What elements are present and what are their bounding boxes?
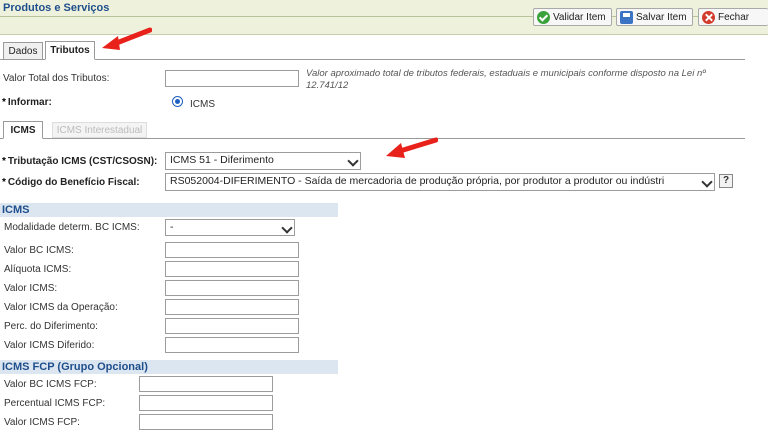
chevron-down-icon bbox=[281, 222, 293, 234]
validate-item-button[interactable]: Validar Item bbox=[533, 8, 612, 26]
field-label: Valor ICMS: bbox=[4, 283, 58, 294]
chevron-down-icon bbox=[347, 155, 359, 167]
tab-icms[interactable]: ICMS bbox=[3, 121, 43, 139]
field-label: Valor ICMS FCP: bbox=[4, 417, 80, 428]
chevron-down-icon bbox=[701, 176, 713, 188]
valor-bc-icms-fcp-input[interactable] bbox=[139, 376, 273, 392]
tabs-divider bbox=[0, 59, 745, 60]
beneficio-label-text: Código do Benefício Fiscal: bbox=[7, 177, 140, 188]
beneficio-label: * Código do Benefício Fiscal: bbox=[2, 177, 140, 188]
aliquota-icms-input[interactable] bbox=[165, 261, 299, 277]
field-label: Percentual ICMS FCP: bbox=[4, 398, 106, 409]
valor-icms-input[interactable] bbox=[165, 280, 299, 296]
field-label: Valor BC ICMS FCP: bbox=[4, 379, 97, 390]
page-title: Produtos e Serviços bbox=[3, 2, 110, 14]
field-label: Valor ICMS da Operação: bbox=[4, 302, 118, 313]
modalidade-value: - bbox=[170, 221, 174, 233]
tributacao-label: * Tributação ICMS (CST/CSOSN): bbox=[2, 156, 158, 167]
tab-icms-interestadual[interactable]: ICMS Interestadual bbox=[52, 122, 147, 138]
informar-label: * Informar: bbox=[2, 97, 52, 108]
field-label: Valor BC ICMS: bbox=[4, 245, 74, 256]
tab-dados[interactable]: Dados bbox=[3, 42, 43, 60]
total-tributos-label: Valor Total dos Tributos: bbox=[3, 73, 110, 84]
valor-bc-icms-input[interactable] bbox=[165, 242, 299, 258]
field-label: Alíquota ICMS: bbox=[4, 264, 72, 275]
tab-tributos[interactable]: Tributos bbox=[45, 41, 95, 60]
total-tributos-input[interactable] bbox=[165, 70, 299, 87]
informar-label-text: Informar: bbox=[7, 97, 52, 108]
save-item-button[interactable]: Salvar Item bbox=[616, 8, 693, 26]
valor-icms-fcp-input[interactable] bbox=[139, 414, 273, 430]
valor-icms-diferido-input[interactable] bbox=[165, 337, 299, 353]
close-icon bbox=[702, 10, 715, 24]
icms-fcp-section-header: ICMS FCP (Grupo Opcional) bbox=[0, 360, 338, 374]
perc-diferimento-input[interactable] bbox=[165, 318, 299, 334]
help-icon[interactable]: ? bbox=[719, 174, 733, 188]
field-label: Valor ICMS Diferido: bbox=[4, 340, 95, 351]
check-icon bbox=[537, 10, 550, 24]
field-label: Perc. do Diferimento: bbox=[4, 321, 98, 332]
tributacao-select[interactable]: ICMS 51 - Diferimento bbox=[165, 152, 361, 170]
validate-item-label: Validar Item bbox=[553, 11, 606, 23]
close-label: Fechar bbox=[718, 11, 750, 23]
beneficio-select[interactable]: RS052004-DIFERIMENTO - Saída de mercador… bbox=[165, 173, 715, 191]
beneficio-value: RS052004-DIFERIMENTO - Saída de mercador… bbox=[170, 175, 665, 187]
save-item-label: Salvar Item bbox=[636, 11, 687, 23]
modalidade-select[interactable]: - bbox=[165, 219, 295, 236]
total-tributos-note: Valor aproximado total de tributos feder… bbox=[306, 68, 706, 91]
tributacao-label-text: Tributação ICMS (CST/CSOSN): bbox=[7, 156, 158, 167]
icms-radio[interactable] bbox=[172, 96, 183, 107]
percentual-icms-fcp-input[interactable] bbox=[139, 395, 273, 411]
tributacao-value: ICMS 51 - Diferimento bbox=[170, 154, 274, 166]
annotation-arrow bbox=[102, 27, 152, 50]
annotation-arrow bbox=[386, 137, 438, 158]
save-icon bbox=[620, 10, 633, 24]
close-button[interactable]: Fechar bbox=[698, 8, 768, 26]
valor-icms-operacao-input[interactable] bbox=[165, 299, 299, 315]
icms-radio-label: ICMS bbox=[190, 99, 215, 110]
modalidade-label: Modalidade determ. BC ICMS: bbox=[4, 222, 140, 233]
subtabs-divider bbox=[0, 138, 745, 139]
icms-section-header: ICMS bbox=[0, 203, 338, 217]
